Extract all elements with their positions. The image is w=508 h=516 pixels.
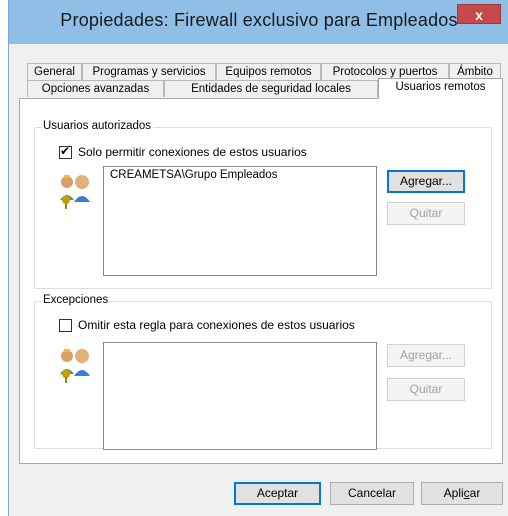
tab-remote-users[interactable]: Usuarios remotos	[378, 78, 503, 99]
add-exception-button[interactable]: Agregar...	[387, 344, 465, 367]
remove-exception-button[interactable]: Quitar	[387, 378, 465, 401]
tab-programs-services[interactable]: Programas y servicios	[82, 63, 216, 80]
users-key-icon	[60, 349, 90, 383]
only-allow-label: Solo permitir conexiones de estos usuari…	[78, 145, 307, 159]
close-button[interactable]: x	[457, 4, 501, 24]
skip-rule-checkbox-row[interactable]: Omitir esta regla para conexiones de est…	[59, 318, 355, 332]
apply-button[interactable]: Aplicar	[421, 482, 503, 505]
skip-rule-checkbox[interactable]	[59, 318, 72, 332]
only-allow-checkbox-row[interactable]: ✔ Solo permitir conexiones de estos usua…	[59, 143, 307, 159]
exceptions-label: Excepciones	[41, 294, 111, 306]
exceptions-group: Excepciones Omitir esta regla para conex…	[34, 294, 492, 450]
ok-button[interactable]: Aceptar	[234, 482, 321, 505]
only-allow-checkbox[interactable]: ✔	[59, 143, 72, 159]
exceptions-list[interactable]	[103, 342, 377, 450]
list-item[interactable]: CREAMETSA\Grupo Empleados	[110, 169, 370, 181]
tab-remote-computers[interactable]: Equipos remotos	[216, 63, 321, 80]
tab-local-principals[interactable]: Entidades de seguridad locales	[164, 80, 378, 97]
authorized-users-list[interactable]: CREAMETSA\Grupo Empleados	[103, 166, 377, 276]
window-title: Propiedades: Firewall exclusivo para Emp…	[60, 10, 458, 30]
tab-panel: Usuarios autorizados ✔ Solo permitir con…	[19, 98, 503, 464]
add-authorized-user-button[interactable]: Agregar...	[387, 170, 465, 193]
cancel-button[interactable]: Cancelar	[330, 482, 414, 505]
remove-authorized-user-button[interactable]: Quitar	[387, 202, 465, 225]
check-icon: ✔	[60, 143, 71, 158]
title-bar[interactable]: Propiedades: Firewall exclusivo para Emp…	[9, 0, 508, 44]
tab-advanced[interactable]: Opciones avanzadas	[27, 80, 164, 97]
tab-general[interactable]: General	[27, 63, 82, 80]
apply-label-suffix: ar	[469, 486, 481, 500]
skip-rule-label: Omitir esta regla para conexiones de est…	[78, 318, 355, 332]
authorized-users-group: Usuarios autorizados ✔ Solo permitir con…	[34, 120, 492, 289]
apply-label-prefix: Apli	[443, 486, 464, 500]
authorized-users-label: Usuarios autorizados	[41, 120, 154, 132]
users-key-icon	[60, 175, 90, 209]
